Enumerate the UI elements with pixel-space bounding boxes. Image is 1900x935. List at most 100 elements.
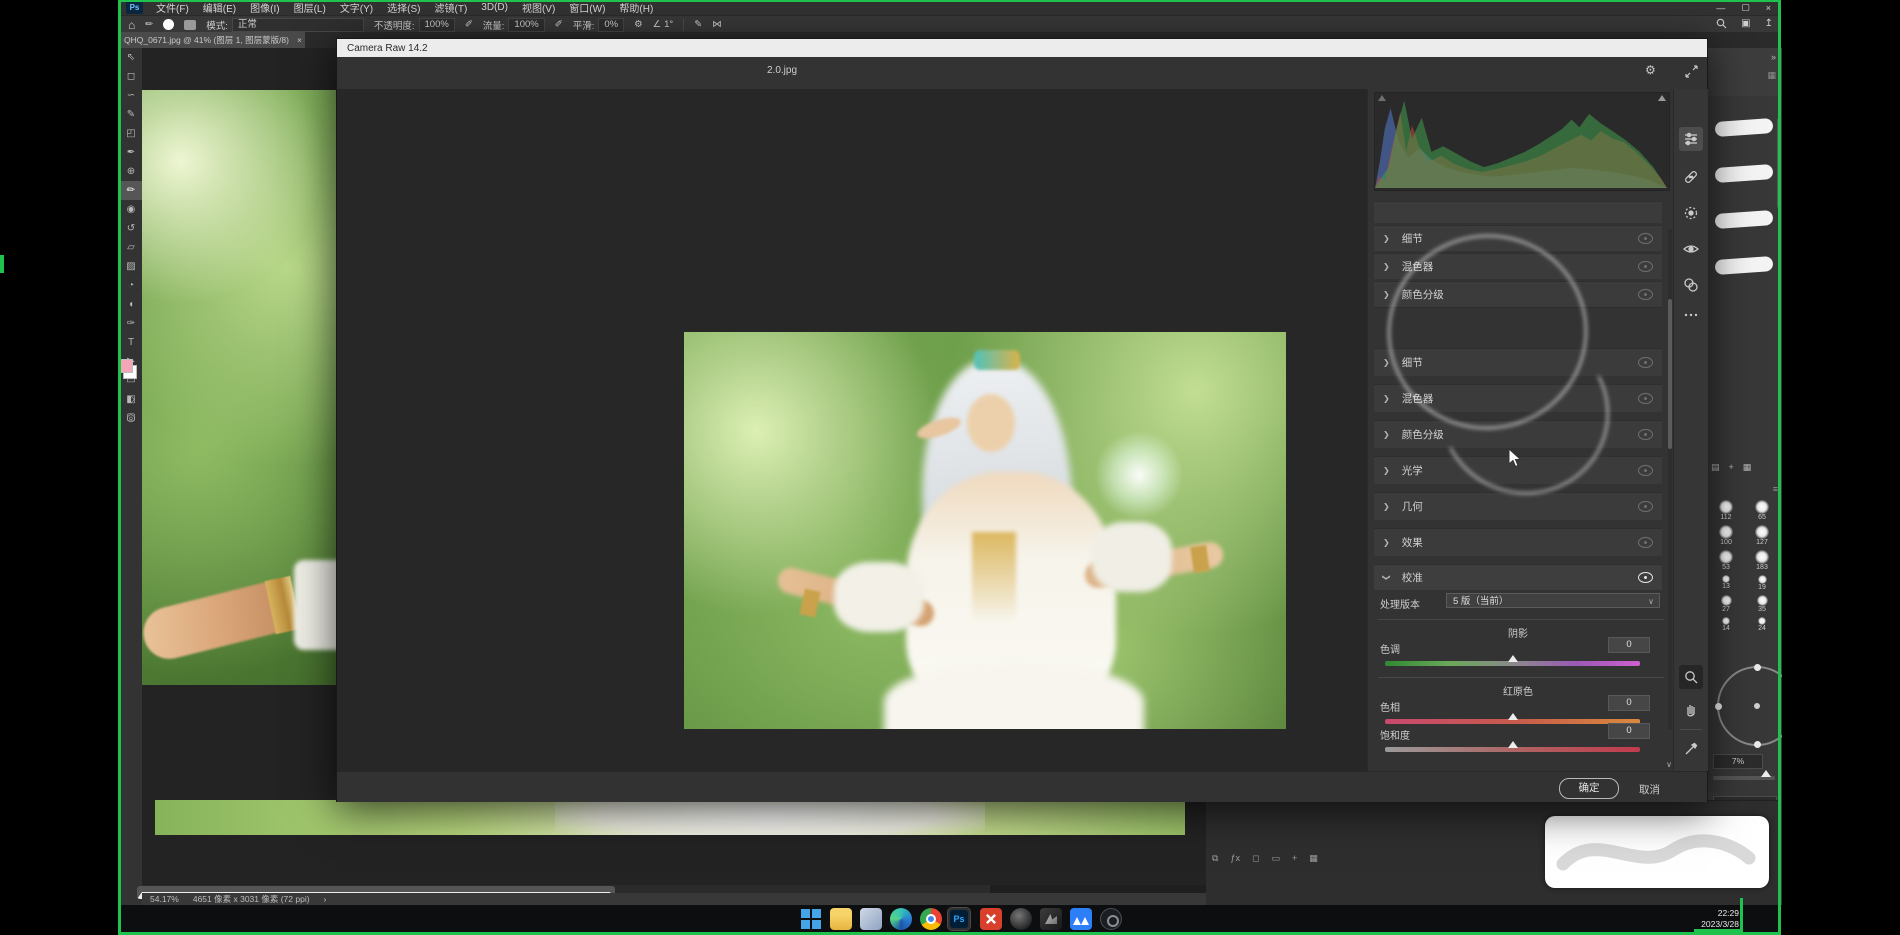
airbrush-icon[interactable]: ✐ [555,19,563,30]
tint-slider-thumb[interactable] [1508,655,1518,662]
hue-slider-thumb[interactable] [1508,713,1518,720]
masking-icon[interactable] [1679,201,1703,225]
eye-icon[interactable] [1638,233,1653,244]
flow-value[interactable]: 100% [508,18,544,32]
brush-tip[interactable]: 27 [1711,595,1741,613]
delete-layer-icon[interactable]: ▦ [1309,853,1318,864]
hand-tool-icon[interactable] [1679,697,1703,721]
smoothing-gear-icon[interactable]: ⚙ [634,19,643,30]
eye-icon[interactable] [1638,357,1653,368]
folder-icon[interactable]: ▤ [1711,462,1720,473]
screen-mode-icon[interactable]: ▢ [120,408,142,427]
new-layer-icon[interactable]: + [1292,853,1297,864]
document-tab[interactable]: QHQ_0671.jpg @ 41% (图层 1, 图层蒙版/8) × [118,32,305,48]
camera-app-icon[interactable] [1010,908,1032,930]
presets-icon[interactable] [1679,273,1703,297]
cancel-button[interactable]: 取消 [1639,782,1660,797]
blur-tool[interactable]: ◔ [120,276,142,295]
marquee-tool[interactable]: ◻ [120,67,142,86]
highlight-clipping-icon[interactable] [1658,95,1666,101]
chrome-icon[interactable] [920,908,942,930]
clone-stamp-tool[interactable]: ◉ [120,200,142,219]
quick-select-tool[interactable]: ✎ [120,105,142,124]
pen-tool[interactable]: ✑ [120,314,142,333]
ok-button[interactable]: 确定 [1559,778,1619,799]
hue-slider[interactable] [1385,719,1640,724]
camera-raw-titlebar[interactable]: Camera Raw 14.2 [337,39,1707,57]
brush-panel-toggle-icon[interactable] [184,20,196,30]
brush-stroke-preview[interactable] [1715,118,1774,137]
menu-layer[interactable]: 图层(L) [287,0,333,15]
foreground-color-swatch[interactable] [119,359,133,373]
menu-image[interactable]: 图像(I) [243,0,286,15]
brush-tip[interactable]: 19 [1747,575,1777,591]
section-effects[interactable]: ❯效果 [1374,528,1662,556]
quick-mask-icon[interactable]: ◧ [120,390,142,409]
brush-tool[interactable]: ✏ [120,181,142,200]
menu-select[interactable]: 选择(S) [380,0,427,15]
red-eye-icon[interactable] [1679,237,1703,261]
window-minimize-button[interactable]: — [1716,3,1725,13]
brush-angle-value[interactable]: 1° [664,19,673,30]
menu-type[interactable]: 文字(Y) [333,0,380,15]
eraser-tool[interactable]: ▱ [120,238,142,257]
opacity-pressure-icon[interactable]: ✐ [465,19,473,30]
dodge-tool[interactable]: ◖ [120,295,142,314]
section-geometry[interactable]: ❯几何 [1374,492,1662,520]
panel-collapse-icon[interactable]: » [1771,52,1776,62]
status-chevron-icon[interactable]: › [324,894,327,904]
menu-window[interactable]: 窗口(W) [562,0,612,15]
brush-tip[interactable]: 65 [1747,500,1777,521]
history-brush-tool[interactable]: ↺ [120,219,142,238]
brush-tip-preview-icon[interactable] [163,19,174,30]
section-calibration[interactable]: ❯ 校准 [1374,564,1662,590]
opacity-value[interactable]: 100% [419,18,455,32]
eye-icon[interactable] [1638,537,1653,548]
red-app-icon[interactable] [980,908,1002,930]
brush-tip[interactable]: 35 [1747,595,1777,613]
panel-options-icon[interactable]: ▦ [1767,70,1776,81]
menu-filter[interactable]: 滤镜(T) [428,0,475,15]
gradient-tool[interactable]: ▨ [120,257,142,276]
camera-raw-fullscreen-icon[interactable] [1685,65,1698,78]
zoom-tool-icon[interactable] [1679,665,1703,689]
type-tool[interactable]: T [120,333,142,352]
color-wheel[interactable] [1717,666,1782,746]
crop-tool[interactable]: ◰ [120,124,142,143]
mode-select[interactable]: 正常 [232,18,364,32]
brush-stroke-preview[interactable] [1715,210,1774,229]
pressure-size-icon[interactable]: ✎ [694,19,702,30]
shadow-clipping-icon[interactable] [1378,95,1386,101]
menu-help[interactable]: 帮助(H) [612,0,660,15]
histogram[interactable] [1374,92,1670,191]
saturation-slider[interactable] [1385,747,1640,752]
eye-icon[interactable] [1638,572,1653,583]
eye-icon[interactable] [1638,393,1653,404]
horizontal-scrollbar[interactable] [142,885,990,893]
status-zoom-value[interactable]: 54.17% [150,894,179,904]
menu-view[interactable]: 视图(V) [515,0,562,15]
menu-edit[interactable]: 编辑(E) [196,0,243,15]
adjustment-icon[interactable]: ▭ [1271,853,1280,864]
trash-icon[interactable]: ▦ [1743,462,1752,473]
photos-app-icon[interactable] [860,908,882,930]
eyedropper-tool[interactable]: ✒ [120,143,142,162]
photoshop-taskbar-icon[interactable]: Ps [948,908,970,930]
panel-opacity-value[interactable]: 7% [1713,754,1763,769]
window-restore-button[interactable]: ▢ [1741,2,1750,13]
white-balance-eyedropper-icon[interactable] [1679,737,1703,761]
brush-tip[interactable]: 14 [1711,617,1741,632]
process-version-select[interactable]: 5 版（当前） ∨ [1446,593,1660,608]
lasso-tool[interactable]: ∽ [120,86,142,105]
sidebar-scrollbar[interactable] [1668,229,1672,729]
window-close-button[interactable]: × [1766,3,1771,13]
dark-app-icon[interactable] [1040,908,1062,930]
add-icon[interactable]: + [1729,462,1734,473]
file-explorer-icon[interactable] [830,908,852,930]
sidebar-scrollbar-thumb[interactable] [1668,299,1672,449]
menu-file[interactable]: 文件(F) [149,0,196,15]
brush-tip[interactable]: 112 [1711,500,1741,521]
eye-icon[interactable] [1638,465,1653,476]
blue-app-icon[interactable] [1070,908,1092,930]
tint-value[interactable]: 0 [1608,637,1650,653]
